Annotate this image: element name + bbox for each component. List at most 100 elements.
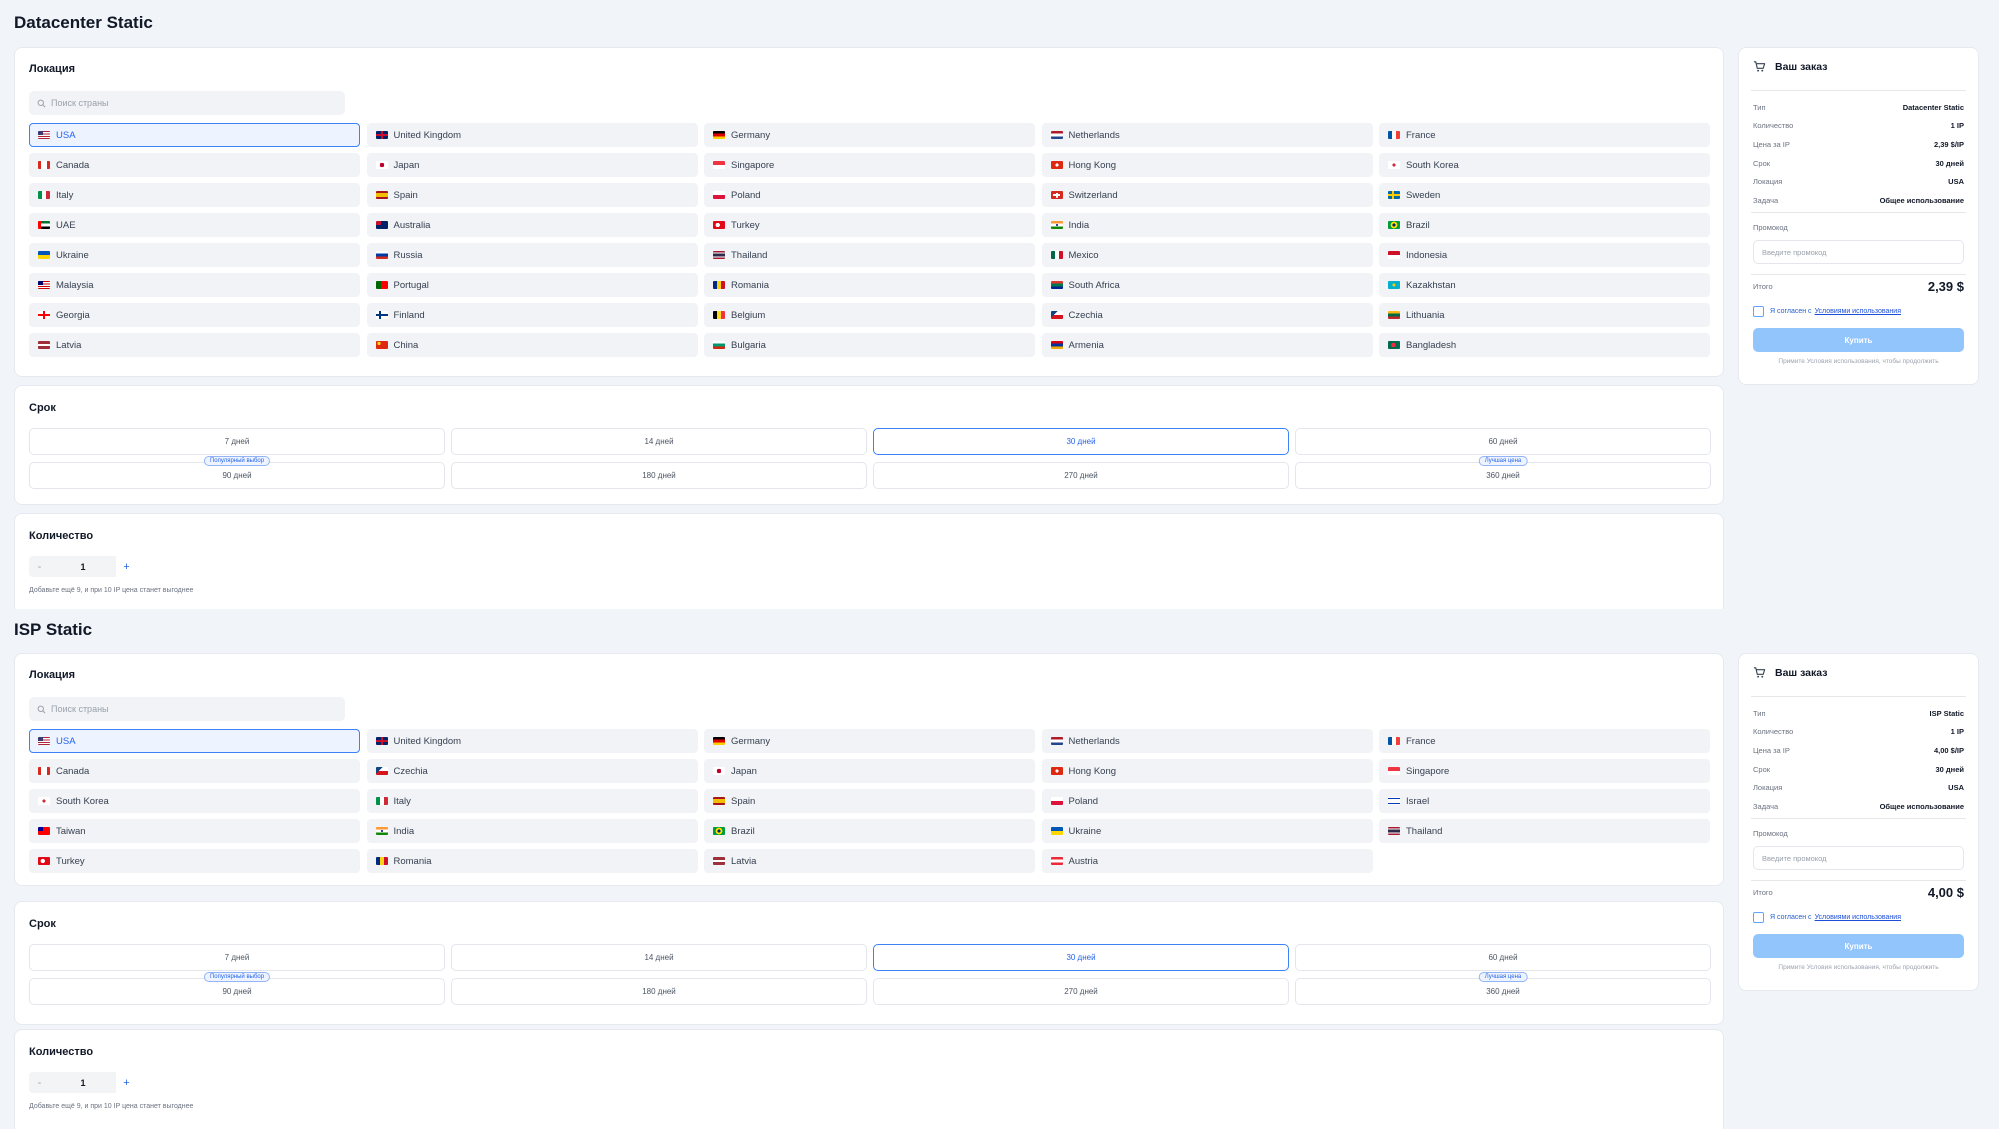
quantity-increase-button[interactable]: +: [116, 1072, 137, 1093]
country-option-de[interactable]: Germany: [704, 729, 1035, 753]
country-option-kr[interactable]: South Korea: [1379, 153, 1710, 177]
term-option[interactable]: 180 дней: [451, 462, 867, 489]
country-option-pt[interactable]: Portugal: [366, 273, 698, 297]
quantity-decrease-button[interactable]: -: [29, 556, 50, 577]
country-option-kz[interactable]: Kazakhstan: [1379, 273, 1710, 297]
country-option-pl[interactable]: Poland: [1041, 789, 1373, 813]
country-option-ch[interactable]: Switzerland: [1041, 183, 1373, 207]
country-option-ua[interactable]: Ukraine: [1041, 819, 1373, 843]
country-option-sg[interactable]: Singapore: [704, 153, 1035, 177]
country-option-th[interactable]: Thailand: [704, 243, 1035, 267]
terms-checkbox[interactable]: [1753, 912, 1764, 923]
country-option-ua[interactable]: Ukraine: [29, 243, 360, 267]
promo-input[interactable]: [1753, 240, 1964, 264]
order-row-key: Срок: [1753, 158, 1771, 168]
country-search[interactable]: [29, 91, 345, 115]
country-option-ge[interactable]: Georgia: [29, 303, 360, 327]
country-option-ro[interactable]: Romania: [366, 849, 698, 873]
term-option[interactable]: 30 дней: [873, 428, 1289, 455]
country-option-kr[interactable]: South Korea: [29, 789, 360, 813]
country-option-fi[interactable]: Finland: [366, 303, 698, 327]
term-option[interactable]: 270 дней: [873, 978, 1289, 1005]
country-search-input[interactable]: [51, 704, 331, 714]
country-option-ae[interactable]: UAE: [29, 213, 360, 237]
country-option-jp[interactable]: Japan: [704, 759, 1035, 783]
term-option[interactable]: 60 дней: [1295, 428, 1711, 455]
br-flag-icon: [1388, 221, 1400, 229]
country-option-gb[interactable]: United Kingdom: [366, 729, 698, 753]
country-option-ca[interactable]: Canada: [29, 759, 360, 783]
quantity-decrease-button[interactable]: -: [29, 1072, 50, 1093]
country-option-tr[interactable]: Turkey: [704, 213, 1035, 237]
country-option-it[interactable]: Italy: [366, 789, 698, 813]
term-option[interactable]: 7 дней: [29, 944, 445, 971]
term-option[interactable]: 14 дней: [451, 944, 867, 971]
quantity-value[interactable]: 1: [50, 556, 116, 577]
country-option-lt[interactable]: Lithuania: [1379, 303, 1710, 327]
term-option[interactable]: 7 дней: [29, 428, 445, 455]
country-option-gb[interactable]: United Kingdom: [366, 123, 698, 147]
country-option-de[interactable]: Germany: [704, 123, 1035, 147]
terms-link[interactable]: Условиями использования: [1815, 308, 1901, 315]
country-option-br[interactable]: Brazil: [704, 819, 1035, 843]
country-option-fr[interactable]: France: [1379, 123, 1710, 147]
term-option[interactable]: 90 дней Популярный выбор: [29, 972, 445, 1005]
term-option[interactable]: 360 дней Лучшая цена: [1295, 972, 1711, 1005]
country-option-bd[interactable]: Bangladesh: [1379, 333, 1710, 357]
term-option[interactable]: 360 дней Лучшая цена: [1295, 456, 1711, 489]
promo-input[interactable]: [1753, 846, 1964, 870]
country-option-in[interactable]: India: [366, 819, 698, 843]
term-option[interactable]: 30 дней: [873, 944, 1289, 971]
country-option-bg[interactable]: Bulgaria: [704, 333, 1035, 357]
term-option[interactable]: 270 дней: [873, 462, 1289, 489]
country-option-at[interactable]: Austria: [1041, 849, 1373, 873]
terms-checkbox[interactable]: [1753, 306, 1764, 317]
buy-button[interactable]: Купить: [1753, 934, 1964, 958]
country-option-mx[interactable]: Mexico: [1041, 243, 1373, 267]
country-option-it[interactable]: Italy: [29, 183, 360, 207]
terms-link[interactable]: Условиями использования: [1815, 914, 1901, 921]
country-option-cn[interactable]: China: [366, 333, 698, 357]
quantity-value[interactable]: 1: [50, 1072, 116, 1093]
country-option-tr[interactable]: Turkey: [29, 849, 360, 873]
country-option-nl[interactable]: Netherlands: [1041, 123, 1373, 147]
country-option-il[interactable]: Israel: [1379, 789, 1710, 813]
term-option[interactable]: 180 дней: [451, 978, 867, 1005]
country-option-se[interactable]: Sweden: [1379, 183, 1710, 207]
term-option[interactable]: 60 дней: [1295, 944, 1711, 971]
country-option-jp[interactable]: Japan: [366, 153, 698, 177]
country-option-hk[interactable]: Hong Kong: [1041, 153, 1373, 177]
country-option-us[interactable]: USA: [29, 729, 360, 753]
country-option-cz[interactable]: Czechia: [1041, 303, 1373, 327]
country-option-es[interactable]: Spain: [704, 789, 1035, 813]
buy-button[interactable]: Купить: [1753, 328, 1964, 352]
country-option-id[interactable]: Indonesia: [1379, 243, 1710, 267]
country-search[interactable]: [29, 697, 345, 721]
country-option-in[interactable]: India: [1041, 213, 1373, 237]
country-option-am[interactable]: Armenia: [1041, 333, 1373, 357]
country-option-ca[interactable]: Canada: [29, 153, 360, 177]
term-option[interactable]: 14 дней: [451, 428, 867, 455]
country-option-lv[interactable]: Latvia: [704, 849, 1035, 873]
country-option-th[interactable]: Thailand: [1379, 819, 1710, 843]
country-option-nl[interactable]: Netherlands: [1041, 729, 1373, 753]
country-option-ro[interactable]: Romania: [704, 273, 1035, 297]
country-option-tw[interactable]: Taiwan: [29, 819, 360, 843]
term-option[interactable]: 90 дней Популярный выбор: [29, 456, 445, 489]
country-option-cz[interactable]: Czechia: [366, 759, 698, 783]
quantity-increase-button[interactable]: +: [116, 556, 137, 577]
country-option-my[interactable]: Malaysia: [29, 273, 360, 297]
country-option-hk[interactable]: Hong Kong: [1041, 759, 1373, 783]
country-option-sg[interactable]: Singapore: [1379, 759, 1710, 783]
country-option-br[interactable]: Brazil: [1379, 213, 1710, 237]
country-option-fr[interactable]: France: [1379, 729, 1710, 753]
country-option-lv[interactable]: Latvia: [29, 333, 360, 357]
country-option-au[interactable]: Australia: [366, 213, 698, 237]
country-option-us[interactable]: USA: [29, 123, 360, 147]
country-option-es[interactable]: Spain: [366, 183, 698, 207]
country-search-input[interactable]: [51, 98, 331, 108]
country-option-pl[interactable]: Poland: [704, 183, 1035, 207]
country-option-za[interactable]: South Africa: [1041, 273, 1373, 297]
country-option-be[interactable]: Belgium: [704, 303, 1035, 327]
country-option-ru[interactable]: Russia: [366, 243, 698, 267]
